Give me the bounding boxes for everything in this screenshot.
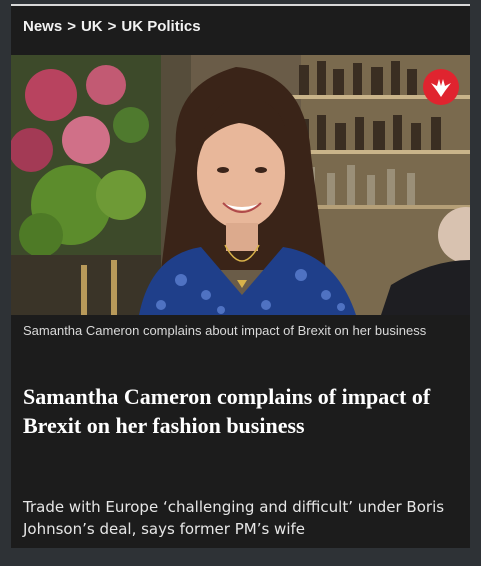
article-headline[interactable]: Samantha Cameron complains of impact of … — [23, 382, 453, 440]
eagle-logo-icon — [423, 69, 459, 105]
breadcrumb-separator: > — [67, 18, 76, 35]
article-standfirst: Trade with Europe ‘challenging and diffi… — [23, 498, 445, 538]
breadcrumb-news[interactable]: News — [23, 18, 62, 35]
breadcrumb-uk[interactable]: UK — [81, 18, 103, 35]
breadcrumb: News > UK > UK Politics — [23, 18, 201, 35]
article-card: News > UK > UK Politics Samantha Cameron… — [11, 4, 470, 548]
hero-photo — [11, 55, 470, 315]
image-caption: Samantha Cameron complains about impact … — [23, 323, 427, 338]
article-hero-image[interactable] — [11, 55, 470, 315]
breadcrumb-uk-politics[interactable]: UK Politics — [121, 18, 200, 35]
breadcrumb-separator: > — [107, 18, 117, 35]
